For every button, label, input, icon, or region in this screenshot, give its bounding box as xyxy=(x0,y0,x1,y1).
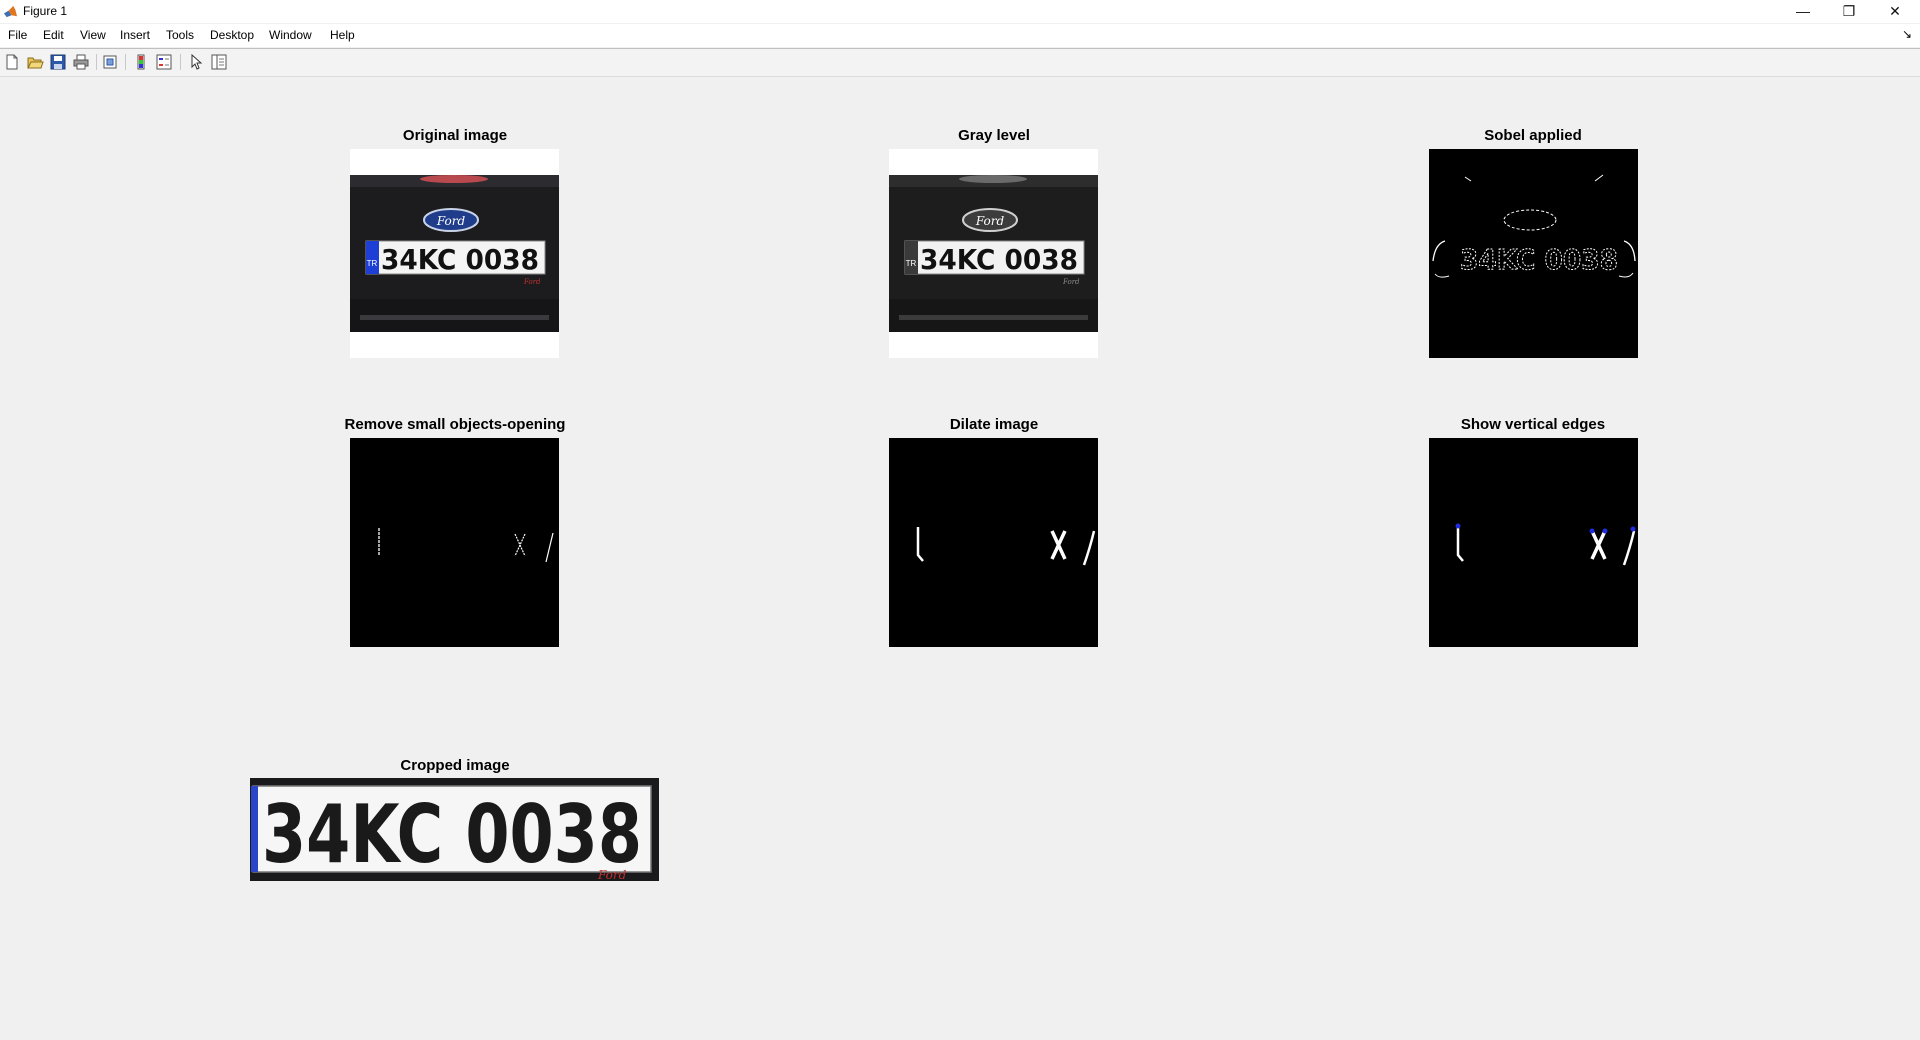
print-icon xyxy=(73,54,89,70)
edit-plot-button[interactable] xyxy=(187,53,205,71)
insert-legend-icon xyxy=(156,54,172,70)
plate-frame-logo: Ford xyxy=(523,278,541,286)
close-icon: ✕ xyxy=(1889,3,1901,19)
menu-insert[interactable]: Insert xyxy=(120,28,150,42)
axes-vertical-edges[interactable] xyxy=(1429,438,1638,647)
print-button[interactable] xyxy=(72,53,90,71)
axes-gray-level[interactable]: Ford TR 34KC 0038 Ford xyxy=(889,149,1098,358)
dock-arrow-icon[interactable]: ↘ xyxy=(1902,27,1912,41)
restore-button[interactable]: ❐ xyxy=(1826,0,1872,23)
edge-marker xyxy=(1630,526,1636,532)
axes-cropped-image[interactable]: 34KC 0038 Ford xyxy=(250,778,659,881)
subplot-title-gray: Gray level xyxy=(958,127,1030,144)
edge-marker xyxy=(1602,528,1608,534)
menu-edit[interactable]: Edit xyxy=(43,28,64,42)
axes-original-image[interactable]: Ford TR 34KC 0038 Ford xyxy=(350,149,559,358)
edit-plot-icon xyxy=(191,53,203,70)
toolbar-separator xyxy=(180,54,181,70)
save-icon xyxy=(50,54,66,70)
opening-image xyxy=(350,438,559,647)
plate-brand: Ford xyxy=(436,214,466,228)
edge-marker xyxy=(1589,528,1595,534)
cropped-plate-image: 34KC 0038 Ford xyxy=(250,778,659,881)
minimize-button[interactable]: — xyxy=(1780,0,1826,23)
property-inspector-icon xyxy=(211,54,227,70)
save-button[interactable] xyxy=(49,53,67,71)
new-figure-button[interactable] xyxy=(3,53,21,71)
subplot-title-sobel: Sobel applied xyxy=(1484,127,1582,144)
menu-tools[interactable]: Tools xyxy=(166,28,194,42)
matlab-icon xyxy=(3,5,18,18)
subplot-title-vertical-edges: Show vertical edges xyxy=(1460,416,1606,433)
vertical-edges-image xyxy=(1429,438,1638,647)
cropped-plate-number: 34KC 0038 xyxy=(262,788,642,881)
property-inspector-button[interactable] xyxy=(210,53,228,71)
menu-help[interactable]: Help xyxy=(330,28,355,42)
open-file-button[interactable] xyxy=(26,53,44,71)
title-bar: Figure 1 — ❐ ✕ xyxy=(0,0,1920,23)
subplot-title-opening: Remove small objects-opening xyxy=(344,416,566,433)
close-button[interactable]: ✕ xyxy=(1872,0,1918,23)
insert-legend-button[interactable] xyxy=(155,53,173,71)
subplot-title-cropped: Cropped image xyxy=(400,757,510,774)
new-figure-icon xyxy=(6,54,18,70)
axes-sobel-applied[interactable]: 34KC 0038 xyxy=(1429,149,1638,358)
axes-remove-small-objects[interactable] xyxy=(350,438,559,647)
open-file-icon xyxy=(27,57,44,69)
sobel-edge-image: 34KC 0038 xyxy=(1429,149,1638,358)
gray-level-image: Ford TR 34KC 0038 Ford xyxy=(889,149,1098,358)
window-title: Figure 1 xyxy=(23,4,68,18)
link-plot-icon xyxy=(103,55,117,69)
toolbar-separator xyxy=(96,54,97,70)
gray-plate-number: 34KC 0038 xyxy=(920,243,1078,276)
menu-view[interactable]: View xyxy=(80,28,106,42)
toolbar-separator xyxy=(125,54,126,70)
gray-plate-brand: Ford xyxy=(975,214,1005,228)
insert-colorbar-icon xyxy=(137,54,145,70)
sobel-plate-number: 34KC 0038 xyxy=(1460,243,1618,276)
axes-dilate-image[interactable] xyxy=(889,438,1098,647)
figure-toolbar xyxy=(0,48,1920,77)
menu-bar: File Edit View Insert Tools Desktop Wind… xyxy=(0,24,1920,47)
menu-window[interactable]: Window xyxy=(269,28,312,42)
cropped-plate-frame-logo: Ford xyxy=(597,868,627,881)
plate-number: 34KC 0038 xyxy=(381,243,539,276)
dilated-image xyxy=(889,438,1098,647)
subplot-title-original: Original image xyxy=(402,127,508,144)
gray-plate-country-code: TR xyxy=(906,259,917,268)
restore-icon: ❐ xyxy=(1842,3,1856,19)
insert-colorbar-button[interactable] xyxy=(132,53,150,71)
menu-file[interactable]: File xyxy=(8,28,27,42)
minimize-icon: — xyxy=(1796,3,1810,19)
link-plot-button[interactable] xyxy=(101,53,119,71)
plate-country-code: TR xyxy=(367,259,378,268)
gray-plate-frame-logo: Ford xyxy=(1062,278,1080,286)
original-image: Ford TR 34KC 0038 Ford xyxy=(350,149,559,358)
menu-desktop[interactable]: Desktop xyxy=(210,28,254,42)
subplot-title-dilate: Dilate image xyxy=(949,416,1039,433)
edge-marker xyxy=(1455,523,1461,529)
